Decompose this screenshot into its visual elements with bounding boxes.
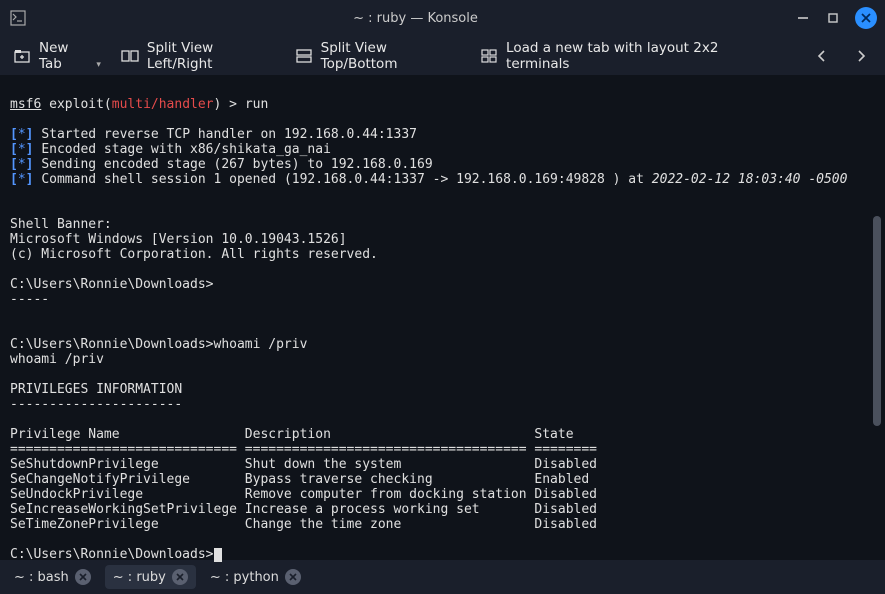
scrollbar[interactable] [873,216,881,426]
tab-python[interactable]: ~ : python [202,565,309,589]
log-line: Started reverse TCP handler on 192.168.0… [41,127,417,142]
titlebar: ~ : ruby — Konsole [0,0,885,36]
window-title: ~ : ruby — Konsole [36,11,795,26]
tab-bash[interactable]: ~ : bash [6,565,99,589]
split-lr-icon [121,49,139,63]
tab-ruby[interactable]: ~ : ruby [105,565,196,589]
minimize-button[interactable] [795,10,811,26]
split-lr-button[interactable]: Split View Left/Right [121,40,276,72]
maximize-button[interactable] [825,10,841,26]
tab-close-icon[interactable] [172,569,188,585]
toolbar: New Tab ▾ Split View Left/Right Split Vi… [0,36,885,76]
banner-copyright: (c) Microsoft Corporation. All rights re… [10,247,378,262]
new-tab-label: New Tab [39,40,92,72]
priv-row: SeShutdownPrivilege Shut down the system… [10,457,597,472]
prompt-after: ) > [214,97,245,112]
tab-close-icon[interactable] [285,569,301,585]
tab-label: ~ : python [210,570,279,585]
log-line: Command shell session 1 opened (192.168.… [41,172,651,187]
new-tab-button[interactable]: New Tab ▾ [14,40,101,72]
priv-row: SeUndockPrivilege Remove computer from d… [10,487,597,502]
tab-label: ~ : bash [14,570,69,585]
banner-prompt: C:\Users\Ronnie\Downloads> [10,277,214,292]
priv-underline: ---------------------- [10,397,182,412]
banner-version: Microsoft Windows [Version 10.0.19043.15… [10,232,347,247]
priv-title: PRIVILEGES INFORMATION [10,382,182,397]
prompt-cmd: run [245,97,268,112]
log-timestamp: 2022-02-12 18:03:40 -0500 [652,172,848,187]
split-lr-label: Split View Left/Right [147,40,276,72]
tab-close-icon[interactable] [75,569,91,585]
close-button[interactable] [855,7,877,29]
new-tab-icon [14,49,31,63]
split-tb-icon [296,49,313,63]
priv-row: SeTimeZonePrivilege Change the time zone… [10,517,597,532]
priv-row: SeIncreaseWorkingSetPrivilege Increase a… [10,502,597,517]
priv-row: SeChangeNotifyPrivilege Bypass traverse … [10,472,589,487]
terminal-output: msf6 exploit(multi/handler) > run [*] St… [0,76,885,562]
log-line: Encoded stage with x86/shikata_ga_nai [41,142,331,157]
log-line: Sending encoded stage (267 bytes) to 192… [41,157,432,172]
tab-label: ~ : ruby [113,570,166,585]
grid-icon [481,49,498,63]
cursor-prompt: C:\Users\Ronnie\Downloads> [10,547,214,562]
banner-head: Shell Banner: [10,217,112,232]
tabbar: ~ : bash ~ : ruby ~ : python [0,560,885,594]
app-icon [8,8,28,28]
load-layout-button[interactable]: Load a new tab with layout 2x2 terminals [481,40,773,72]
terminal-area[interactable]: msf6 exploit(multi/handler) > run [*] St… [0,76,885,560]
cursor [214,548,222,562]
split-tb-label: Split View Top/Bottom [321,40,461,72]
prompt-msf6: msf6 [10,97,41,112]
chevron-down-icon[interactable]: ▾ [96,60,101,70]
priv-sep: ============================= ==========… [10,442,597,457]
whoami-echo: whoami /priv [10,352,104,367]
whoami-line: C:\Users\Ronnie\Downloads>whoami /priv [10,337,307,352]
prev-button[interactable] [813,46,832,66]
banner-dash: ----- [10,292,49,307]
prompt-exploit: exploit( [41,97,111,112]
load-layout-label: Load a new tab with layout 2x2 terminals [506,40,773,72]
next-button[interactable] [852,46,871,66]
split-tb-button[interactable]: Split View Top/Bottom [296,40,461,72]
priv-header: Privilege Name Description State [10,427,574,442]
prompt-module: multi/handler [112,97,214,112]
